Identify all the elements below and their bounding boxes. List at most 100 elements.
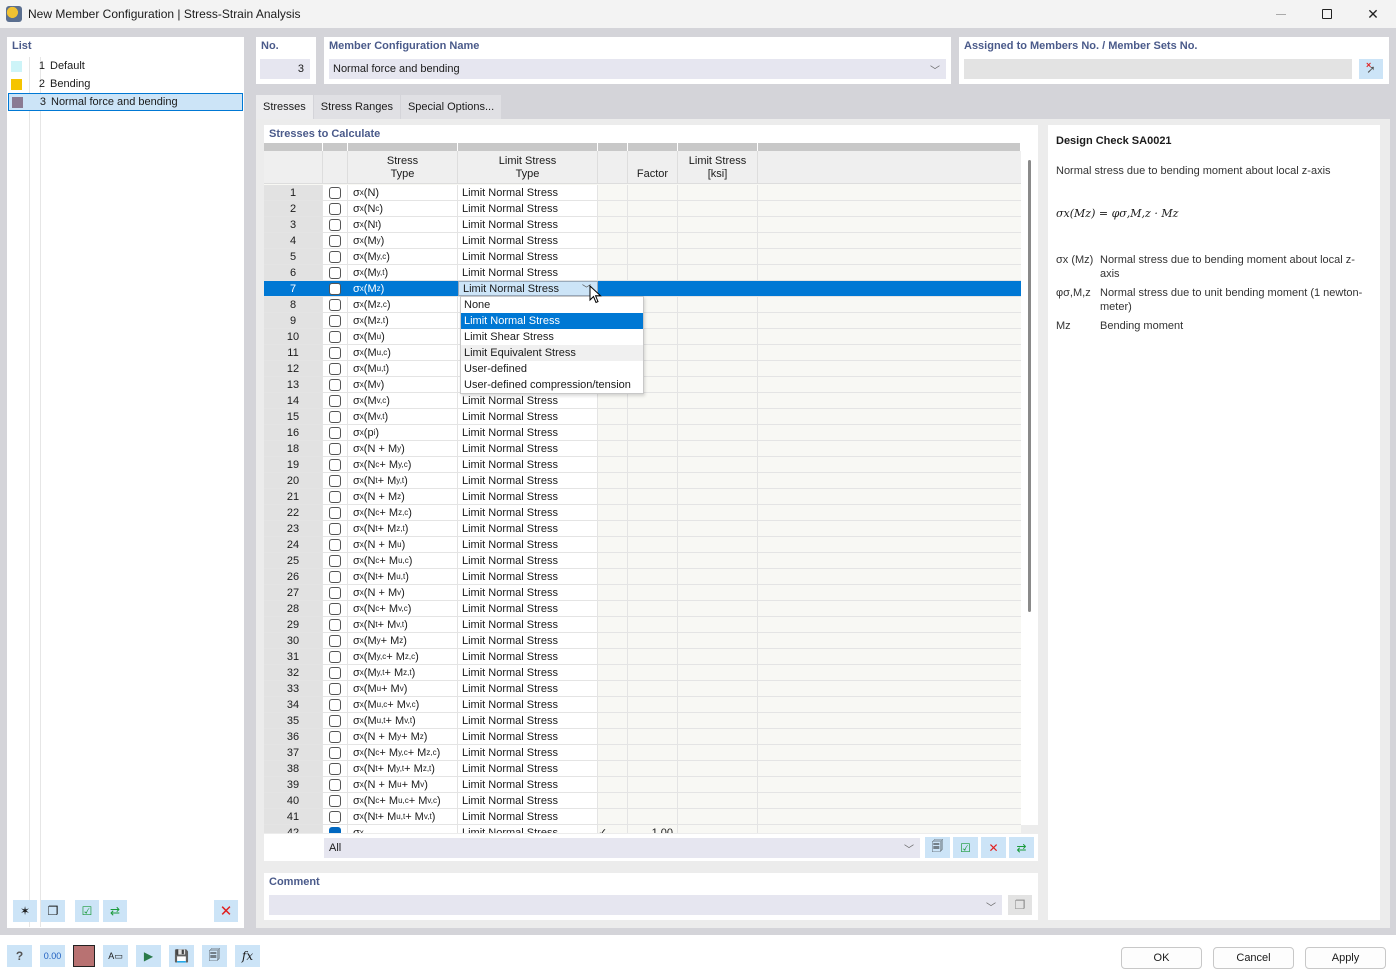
dropdown-option[interactable]: Limit Equivalent Stress xyxy=(461,345,643,361)
row-checkbox[interactable] xyxy=(329,330,341,343)
factor-cell[interactable] xyxy=(628,809,678,824)
factor-cell[interactable] xyxy=(628,681,678,696)
limit-stress-cell[interactable] xyxy=(678,777,758,792)
config-name-combobox[interactable]: Normal force and bending ﹀ xyxy=(329,59,946,79)
row-checkbox[interactable] xyxy=(329,602,341,615)
list-item[interactable]: 1 Default xyxy=(8,57,243,75)
limit-stress-cell[interactable] xyxy=(678,425,758,440)
ok-button[interactable]: OK xyxy=(1121,947,1202,969)
invert-selection-button[interactable]: ⇄ xyxy=(1009,837,1034,858)
limit-type-cell[interactable]: Limit Normal Stress xyxy=(458,441,598,456)
table-row[interactable]: 39 σ x (N + Mu + Mv) Limit Normal Stress xyxy=(264,777,1021,793)
limit-type-cell[interactable]: Limit Normal Stress xyxy=(458,233,598,248)
table-row[interactable]: 21 σ x (N + Mz) Limit Normal Stress xyxy=(264,489,1021,505)
table-row[interactable]: 28 σ x (N c + Mv,c) Limit Normal Stress xyxy=(264,601,1021,617)
dropdown-option[interactable]: Limit Normal Stress xyxy=(461,313,643,329)
limit-type-cell[interactable]: Limit Normal Stress xyxy=(458,633,598,648)
dropdown-option[interactable]: Limit Shear Stress xyxy=(461,329,643,345)
dropdown-option[interactable]: None xyxy=(461,297,643,313)
table-row[interactable]: 36 σ x (N + My + Mz) Limit Normal Stress xyxy=(264,729,1021,745)
factor-cell[interactable] xyxy=(628,505,678,520)
factor-cell[interactable] xyxy=(628,617,678,632)
table-row[interactable]: 26 σ x (N t + Mu,t) Limit Normal Stress xyxy=(264,569,1021,585)
table-row[interactable]: 38 σ x (N t + My,t + Mz,t) Limit Normal Stre… xyxy=(264,761,1021,777)
load-button[interactable]: ▶ xyxy=(136,945,161,967)
limit-stress-cell[interactable] xyxy=(678,297,758,312)
row-checkbox[interactable] xyxy=(329,698,341,711)
row-checkbox[interactable] xyxy=(329,506,341,519)
limit-type-cell[interactable]: Limit Normal Stress ﹀ xyxy=(458,281,598,296)
row-checkbox[interactable] xyxy=(329,266,341,279)
limit-stress-cell[interactable] xyxy=(678,505,758,520)
limit-stress-cell[interactable] xyxy=(678,409,758,424)
table-row[interactable]: 25 σ x (N c + Mu,c) Limit Normal Stress xyxy=(264,553,1021,569)
factor-cell[interactable] xyxy=(628,569,678,584)
row-checkbox[interactable] xyxy=(329,682,341,695)
table-row[interactable]: 32 σ x (M y,t + Mz,t) Limit Normal Stress xyxy=(264,665,1021,681)
limit-type-cell[interactable]: Limit Normal Stress xyxy=(458,537,598,552)
filter-combobox[interactable]: All ﹀ xyxy=(324,838,920,858)
minimize-button[interactable] xyxy=(1258,0,1304,28)
limit-stress-cell[interactable] xyxy=(678,649,758,664)
limit-type-cell[interactable]: Limit Normal Stress xyxy=(458,489,598,504)
table-row[interactable]: 19 σ x (N c + My,c) Limit Normal Stress xyxy=(264,457,1021,473)
limit-stress-cell[interactable] xyxy=(678,569,758,584)
limit-stress-cell[interactable] xyxy=(678,537,758,552)
toggle-check-button[interactable]: ⇄ xyxy=(103,900,127,922)
factor-cell[interactable] xyxy=(628,521,678,536)
row-checkbox[interactable] xyxy=(329,378,341,391)
row-checkbox[interactable] xyxy=(329,298,341,311)
table-row[interactable]: 20 σ x (N t + My,t) Limit Normal Stress xyxy=(264,473,1021,489)
limit-stress-cell[interactable] xyxy=(678,473,758,488)
limit-stress-cell[interactable] xyxy=(678,585,758,600)
limit-stress-cell[interactable] xyxy=(678,793,758,808)
limit-type-cell[interactable]: Limit Normal Stress xyxy=(458,569,598,584)
table-row[interactable]: 41 σ x (N t + Mu,t + Mv,t) Limit Normal Stre… xyxy=(264,809,1021,825)
row-checkbox[interactable] xyxy=(329,634,341,647)
limit-type-cell[interactable]: Limit Normal Stress xyxy=(458,473,598,488)
factor-cell[interactable] xyxy=(628,457,678,472)
limit-stress-cell[interactable] xyxy=(678,809,758,824)
limit-type-cell[interactable]: Limit Normal Stress xyxy=(458,697,598,712)
limit-stress-cell[interactable] xyxy=(678,489,758,504)
cancel-button[interactable]: Cancel xyxy=(1213,947,1294,969)
row-checkbox[interactable] xyxy=(329,442,341,455)
table-row[interactable]: 31 σ x (M y,c + Mz,c) Limit Normal Stress xyxy=(264,649,1021,665)
row-checkbox[interactable] xyxy=(329,826,341,833)
limit-stress-cell[interactable] xyxy=(678,761,758,776)
list-item[interactable]: 2 Bending xyxy=(8,75,243,93)
limit-stress-cell[interactable] xyxy=(678,313,758,328)
factor-cell[interactable] xyxy=(628,185,678,200)
table-row[interactable]: 16 σ x (p i) Limit Normal Stress xyxy=(264,425,1021,441)
factor-cell[interactable] xyxy=(628,745,678,760)
dropdown-option[interactable]: User-defined compression/tension xyxy=(461,377,643,393)
limit-type-cell[interactable]: Limit Normal Stress xyxy=(458,553,598,568)
close-button[interactable]: ✕ xyxy=(1350,0,1396,28)
limit-stress-cell[interactable] xyxy=(678,329,758,344)
factor-cell[interactable] xyxy=(628,713,678,728)
chevron-down-icon[interactable]: ﹀ xyxy=(904,841,914,856)
factor-cell[interactable] xyxy=(628,489,678,504)
factor-cell[interactable] xyxy=(628,249,678,264)
table-row[interactable]: 2 σx (N c) Limit Normal Stress xyxy=(264,201,1021,217)
limit-type-cell[interactable]: Limit Normal Stress xyxy=(458,585,598,600)
factor-cell[interactable] xyxy=(628,201,678,216)
factor-cell[interactable] xyxy=(628,441,678,456)
limit-stress-cell[interactable] xyxy=(678,553,758,568)
assigned-members-input[interactable] xyxy=(964,59,1352,79)
factor-cell[interactable] xyxy=(628,409,678,424)
row-checkbox[interactable] xyxy=(329,426,341,439)
limit-type-cell[interactable]: Limit Normal Stress xyxy=(458,729,598,744)
table-row[interactable]: 24 σ x (N + Mu) Limit Normal Stress xyxy=(264,537,1021,553)
maximize-button[interactable] xyxy=(1304,0,1350,28)
limit-stress-cell[interactable] xyxy=(678,249,758,264)
table-row[interactable]: 15 σ x (M v,t) Limit Normal Stress xyxy=(264,409,1021,425)
table-row[interactable]: 30 σ x (M y + Mz) Limit Normal Stress xyxy=(264,633,1021,649)
check-all-button[interactable]: ☑ xyxy=(75,900,99,922)
row-checkbox[interactable] xyxy=(329,794,341,807)
limit-stress-cell[interactable] xyxy=(678,521,758,536)
table-row[interactable]: 18 σ x (N + My) Limit Normal Stress xyxy=(264,441,1021,457)
table-row[interactable]: 33 σ x (M u + Mv) Limit Normal Stress xyxy=(264,681,1021,697)
limit-type-cell[interactable]: Limit Normal Stress xyxy=(458,825,598,833)
table-row[interactable]: 34 σ x (M u,c + Mv,c) Limit Normal Stress xyxy=(264,697,1021,713)
